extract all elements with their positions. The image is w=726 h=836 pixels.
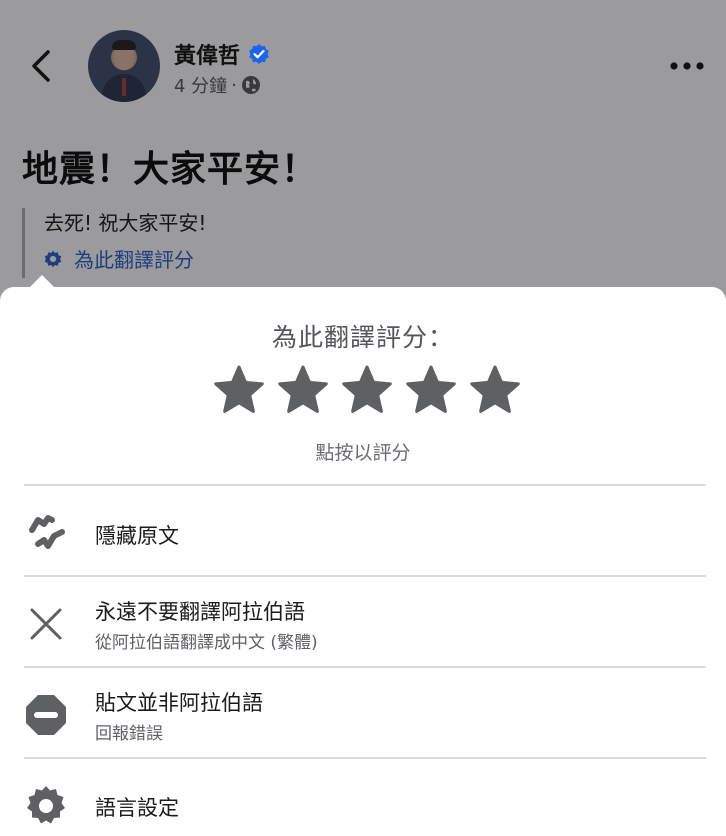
meta-separator: · (231, 74, 237, 96)
never-translate-arabic-option[interactable]: 永遠不要翻譯阿拉伯語 從阿拉伯語翻譯成中文 (繁體) (0, 578, 726, 666)
star-1-icon[interactable] (212, 364, 266, 418)
star-2-icon[interactable] (276, 364, 330, 418)
post-meta: 4 分鐘 · (174, 72, 261, 98)
globe-icon (241, 76, 260, 94)
post-background: 黃偉哲 4 分鐘 · 地震！大家平安！ 去死! 祝大家平安! 為此翻譯評分 (0, 0, 726, 300)
rate-translation-link[interactable]: 為此翻譯評分 (42, 244, 194, 273)
not-arabic-option[interactable]: 貼文並非阿拉伯語 回報錯誤 (0, 669, 726, 757)
divider (24, 757, 706, 759)
menu-item-label: 貼文並非阿拉伯語 (95, 691, 263, 715)
back-chevron-icon[interactable] (26, 48, 56, 84)
translated-text: 去死! 祝大家平安! (44, 211, 207, 235)
divider (24, 666, 706, 668)
close-x-icon (30, 608, 62, 640)
menu-item-label: 語言設定 (95, 796, 179, 820)
author-avatar[interactable] (88, 30, 160, 102)
menu-item-label: 隱藏原文 (95, 524, 179, 548)
gear-icon (44, 250, 62, 267)
author-name[interactable]: 黃偉哲 (174, 38, 240, 70)
menu-item-label: 永遠不要翻譯阿拉伯語 (95, 600, 305, 624)
author-row: 黃偉哲 (174, 38, 270, 70)
star-rating[interactable] (212, 364, 522, 418)
rate-translation-label: 為此翻譯評分 (74, 248, 194, 272)
hide-original-option[interactable]: 隱藏原文 (0, 490, 726, 574)
menu-item-sublabel: 從阿拉伯語翻譯成中文 (繁體) (95, 633, 318, 653)
more-options-icon[interactable] (668, 54, 708, 78)
divider (24, 484, 706, 486)
rating-title: 為此翻譯評分： (271, 323, 454, 352)
star-3-icon[interactable] (340, 364, 394, 418)
language-settings-option[interactable]: 語言設定 (0, 760, 726, 836)
star-4-icon[interactable] (404, 364, 458, 418)
star-5-icon[interactable] (468, 364, 522, 418)
rating-hint: 點按以評分 (315, 442, 411, 464)
translate-arrows-icon (29, 515, 65, 549)
post-content: 地震！大家平安！ (22, 149, 319, 190)
gear-icon (27, 786, 65, 824)
post-time: 4 分鐘 (174, 76, 228, 97)
menu-item-sublabel: 回報錯誤 (95, 724, 163, 744)
minus-circle-icon (26, 695, 66, 735)
translation-quote-bar (22, 208, 25, 278)
verified-badge-icon (249, 44, 269, 64)
divider (24, 575, 706, 577)
